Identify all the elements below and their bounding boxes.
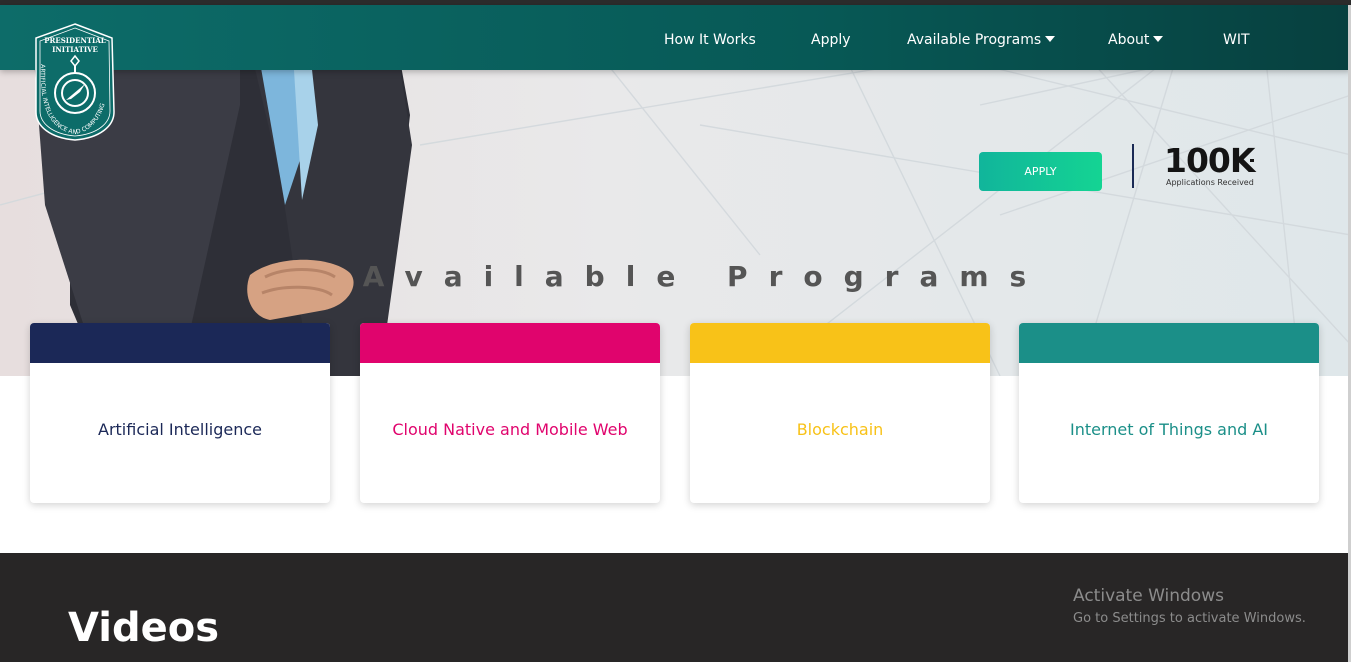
program-card-cloud-native[interactable]: Cloud Native and Mobile Web (360, 323, 660, 503)
nav-available-programs[interactable]: Available Programs (907, 5, 1056, 70)
nav-wit-label: WIT (1223, 32, 1250, 48)
nav-wit[interactable]: WIT (1223, 5, 1250, 70)
activate-windows-title: Activate Windows (1073, 586, 1224, 606)
program-card-blockchain[interactable]: Blockchain (690, 323, 990, 503)
nav-apply-label: Apply (811, 32, 851, 48)
top-navigation-bar: How It Works Apply Available Programs Ab… (0, 5, 1351, 70)
program-card-iot-ai[interactable]: Internet of Things and AI (1019, 323, 1319, 503)
videos-section: Videos Activate Windows Go to Settings t… (0, 553, 1351, 662)
nav-about[interactable]: About (1108, 5, 1164, 70)
program-card-label: Artificial Intelligence (98, 420, 262, 439)
videos-title: Videos (68, 605, 220, 651)
program-card-label: Internet of Things and AI (1069, 420, 1269, 439)
program-card-label: Blockchain (796, 420, 884, 439)
stat-divider (1132, 144, 1134, 188)
page: How It Works Apply Available Programs Ab… (0, 0, 1351, 662)
nav-how-it-works-label: How It Works (664, 32, 756, 48)
available-programs-title: Available Programs (362, 260, 1048, 293)
nav-about-label: About (1108, 32, 1150, 48)
applications-count: 100K (1164, 141, 1255, 180)
program-card-header (690, 323, 990, 363)
stat-dot (1250, 159, 1254, 162)
logo-line1: PRESIDENTIAL (44, 36, 105, 45)
program-card-label: Cloud Native and Mobile Web (392, 420, 628, 439)
nav-available-programs-label: Available Programs (907, 32, 1042, 48)
hero-apply-button[interactable]: APPLY (979, 152, 1102, 191)
program-card-header (1019, 323, 1319, 363)
program-card-header (30, 323, 330, 363)
program-card-artificial-intelligence[interactable]: Artificial Intelligence (30, 323, 330, 503)
chevron-down-icon (1153, 36, 1164, 42)
logo-line2: INITIATIVE (52, 45, 98, 54)
nav-how-it-works[interactable]: How It Works (664, 5, 756, 70)
program-card-header (360, 323, 660, 363)
site-logo[interactable]: PRESIDENTIAL INITIATIVE ARTIFICIAL INTEL… (30, 22, 120, 142)
chevron-down-icon (1045, 36, 1056, 42)
applications-label: Applications Received (1166, 178, 1254, 187)
activate-windows-subtitle: Go to Settings to activate Windows. (1073, 611, 1306, 626)
nav-apply[interactable]: Apply (811, 5, 851, 70)
